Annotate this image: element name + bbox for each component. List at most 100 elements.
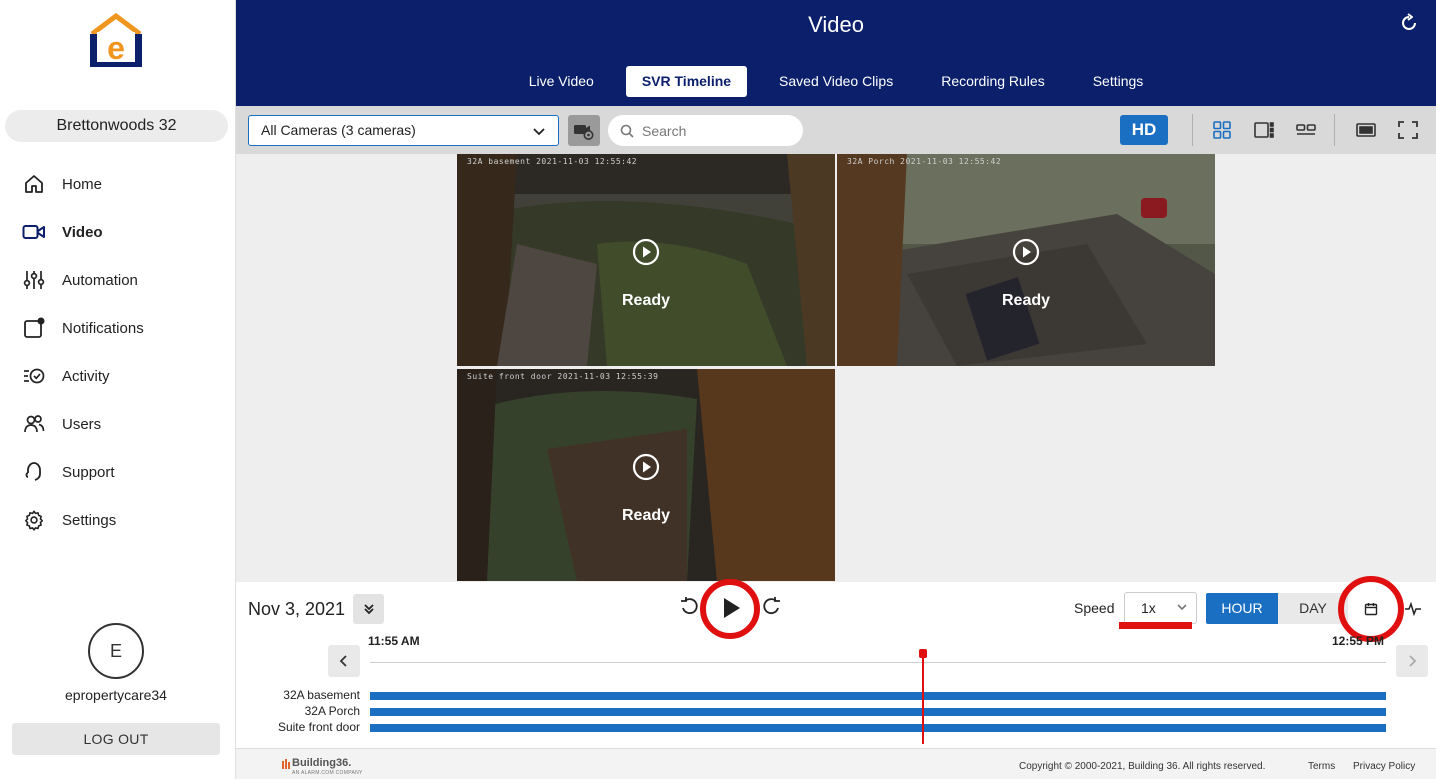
speed-label: Speed [1074, 600, 1115, 616]
play-circle-icon[interactable] [632, 453, 660, 481]
sidebar-item-label: Automation [62, 271, 138, 289]
tab-live-video[interactable]: Live Video [513, 66, 610, 97]
sidebar: e Brettonwoods 32 Home Video Automation [0, 0, 236, 779]
brand-logo: e [90, 12, 142, 67]
camera-status: Ready [621, 507, 671, 524]
tab-svr-timeline[interactable]: SVR Timeline [625, 66, 748, 97]
footer: Building36. AN ALARM.COM COMPANY Copyrig… [236, 748, 1436, 779]
search-input[interactable] [642, 122, 792, 139]
timeline-next-button[interactable] [1396, 645, 1428, 677]
playhead-handle[interactable] [919, 649, 927, 658]
timeline-axis [370, 662, 1386, 663]
terms-link[interactable]: Terms [1308, 761, 1335, 772]
home-icon [22, 172, 46, 196]
sidebar-nav: Home Video Automation Notifications Acti… [0, 160, 236, 544]
username: epropertycare34 [65, 687, 167, 703]
camera-tile-32a-basement[interactable]: 32A basement 2021-11-03 12:55:42 Ready [457, 154, 835, 366]
grid-2x2-layout-icon[interactable] [1210, 118, 1234, 142]
video-toolbar: All Cameras (3 cameras) HD [236, 106, 1436, 154]
gear-icon [22, 508, 46, 532]
sidebar-item-support[interactable]: Support [0, 448, 236, 496]
camera-timestamp: 32A basement 2021-11-03 12:55:42 [467, 157, 638, 166]
page-title: Video [808, 12, 864, 37]
logout-button[interactable]: LOG OUT [12, 723, 220, 755]
recording-bar[interactable] [370, 692, 1386, 700]
forward-10-button[interactable] [760, 596, 782, 623]
theater-mode-icon[interactable] [1354, 118, 1378, 142]
camera-tile-32a-porch[interactable]: 32A Porch 2021-11-03 12:55:42 Ready [837, 154, 1215, 366]
camera-select[interactable]: All Cameras (3 cameras) [248, 115, 559, 146]
rewind-10-button[interactable] [679, 596, 701, 623]
tab-saved-video-clips[interactable]: Saved Video Clips [763, 66, 909, 97]
camera-settings-button[interactable] [568, 115, 600, 146]
activity-list-icon [22, 364, 46, 388]
events-filter-button[interactable] [1400, 593, 1426, 624]
strip-layout-icon[interactable] [1294, 118, 1318, 142]
sidebar-item-automation[interactable]: Automation [0, 256, 236, 304]
sidebar-item-notifications[interactable]: Notifications [0, 304, 236, 352]
play-circle-icon[interactable] [632, 238, 660, 266]
sidebar-item-video[interactable]: Video [0, 208, 236, 256]
highlight-annotation-play [700, 579, 760, 639]
camera-timestamp: Suite front door 2021-11-03 12:55:39 [467, 372, 659, 381]
rewind-10-icon [681, 597, 698, 615]
sidebar-item-label: Home [62, 175, 103, 193]
sliders-icon [22, 268, 46, 292]
building36-logo-icon [282, 759, 290, 769]
chevron-left-icon [339, 655, 347, 667]
sidebar-item-label: Notifications [62, 319, 144, 337]
sidebar-item-settings[interactable]: Settings [0, 496, 236, 544]
hd-toggle-button[interactable]: HD [1120, 115, 1168, 145]
sidebar-item-label: Settings [62, 511, 117, 529]
sidebar-item-label: Video [62, 223, 103, 241]
copyright-text: Copyright © 2000-2021, Building 36. All … [1019, 761, 1266, 772]
svg-text:e: e [107, 30, 125, 66]
fullscreen-icon[interactable] [1396, 118, 1420, 142]
tab-settings[interactable]: Settings [1077, 66, 1160, 97]
search-box[interactable] [608, 115, 803, 146]
sidebar-item-users[interactable]: Users [0, 400, 236, 448]
sidebar-item-label: Users [62, 415, 102, 433]
header: Video Live Video SVR Timeline Saved Vide… [236, 0, 1436, 106]
video-camera-icon [22, 220, 46, 244]
avatar[interactable]: E [88, 623, 144, 679]
camera-status: Ready [1001, 292, 1051, 309]
timeline-start-time: 11:55 AM [368, 634, 420, 648]
recording-bar[interactable] [370, 724, 1386, 732]
highlight-annotation-calendar [1338, 576, 1404, 642]
sidebar-item-home[interactable]: Home [0, 160, 236, 208]
timeline-date: Nov 3, 2021 [248, 599, 346, 619]
camera-timestamp: 32A Porch 2021-11-03 12:55:42 [847, 157, 1002, 166]
chevron-down-icon [533, 128, 545, 136]
recording-bar[interactable] [370, 708, 1386, 716]
sidebar-item-label: Support [62, 463, 115, 481]
search-icon [620, 124, 634, 138]
playhead[interactable] [922, 652, 924, 744]
play-circle-icon[interactable] [1012, 238, 1040, 266]
privacy-link[interactable]: Privacy Policy [1353, 761, 1415, 772]
users-icon [22, 412, 46, 436]
forward-10-icon [763, 597, 780, 615]
timeline-end-time: 12:55 PM [1332, 634, 1385, 648]
hour-view-button[interactable]: HOUR [1206, 593, 1278, 624]
double-chevron-down-icon [363, 604, 374, 615]
date-picker-toggle[interactable] [353, 594, 384, 624]
track-label: Suite front door [277, 720, 360, 734]
camera-tile-suite-front-door[interactable]: Suite front door 2021-11-03 12:55:39 Rea… [457, 369, 835, 581]
tab-recording-rules[interactable]: Recording Rules [925, 66, 1061, 97]
footer-brand: Building36. [292, 757, 352, 769]
refresh-icon[interactable] [1398, 12, 1420, 34]
notification-icon [22, 316, 46, 340]
speed-select[interactable]: 1x [1124, 592, 1197, 624]
tab-bar: Live Video SVR Timeline Saved Video Clip… [236, 66, 1436, 97]
site-selector[interactable]: Brettonwoods 32 [5, 110, 228, 142]
focus-layout-icon[interactable] [1252, 118, 1276, 142]
sidebar-item-label: Activity [62, 367, 110, 385]
sidebar-item-activity[interactable]: Activity [0, 352, 236, 400]
camera-select-value: All Cameras (3 cameras) [261, 122, 416, 138]
camera-gear-icon [574, 124, 594, 140]
track-label: 32A basement [283, 688, 360, 702]
svr-timeline-panel: Nov 3, 2021 Speed 1x HOUR DAY 11:55 AM 1… [236, 576, 1436, 748]
toolbar-divider [1192, 114, 1193, 146]
timeline-prev-button[interactable] [328, 645, 360, 677]
